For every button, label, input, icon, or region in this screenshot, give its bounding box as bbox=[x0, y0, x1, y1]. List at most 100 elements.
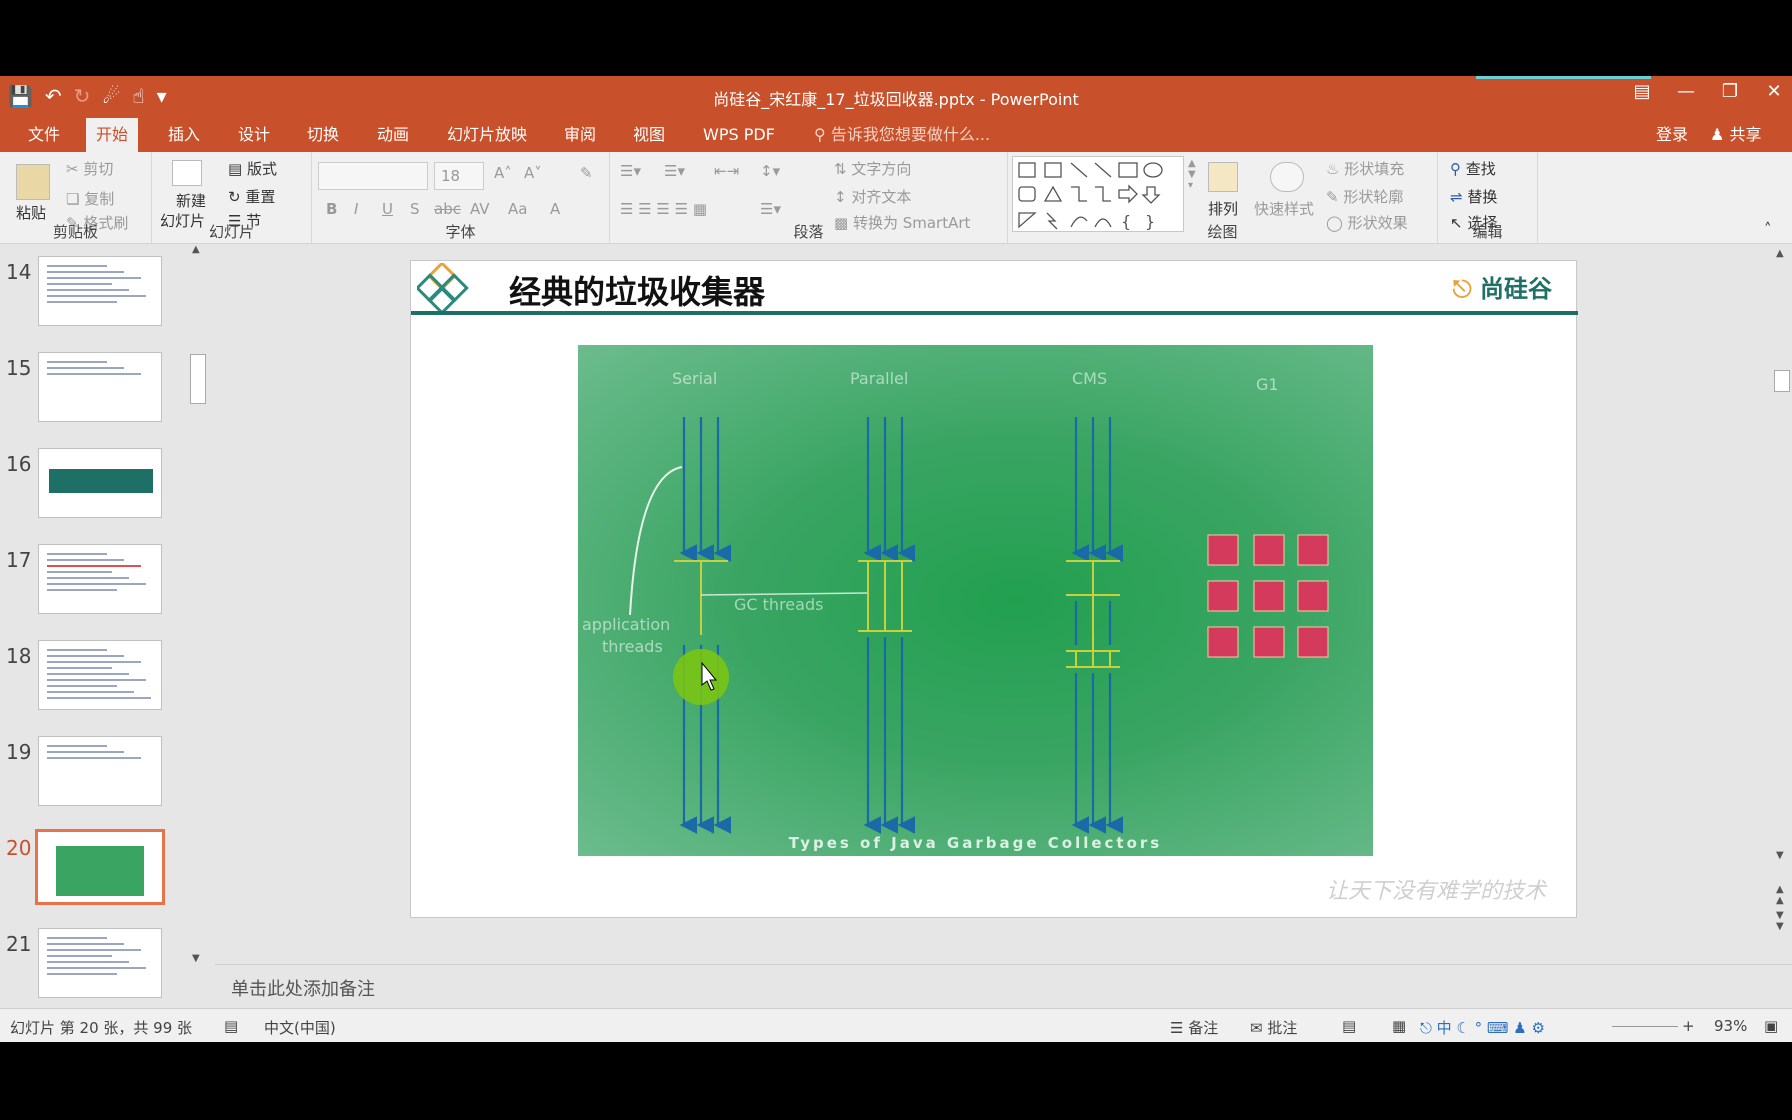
scroll-thumb[interactable] bbox=[190, 354, 206, 404]
slide-thumbnail[interactable] bbox=[38, 640, 162, 710]
zoom-level[interactable]: 93% bbox=[1714, 1017, 1747, 1035]
restore-ribbon-icon[interactable]: ▤ bbox=[1632, 81, 1652, 102]
notes-toggle[interactable]: ☰ 备注 bbox=[1170, 1017, 1218, 1038]
gc-collectors-figure[interactable]: Serial Parallel CMS G1 application threa… bbox=[578, 345, 1373, 856]
paste-button[interactable]: 粘贴 bbox=[16, 202, 46, 223]
current-slide[interactable]: 经典的垃圾收集器 ⎋ 尚硅谷 Serial Parallel CMS G1 ap… bbox=[410, 260, 1578, 918]
tab-review[interactable]: 审阅 bbox=[554, 118, 606, 152]
bold-button[interactable]: B bbox=[326, 200, 337, 218]
arrange-button[interactable]: 排列 bbox=[1208, 198, 1238, 219]
fit-to-window-icon[interactable]: ▣ bbox=[1764, 1017, 1778, 1035]
shape-outline-button[interactable]: ✎ 形状轮廓 bbox=[1326, 186, 1403, 207]
quick-styles-icon[interactable] bbox=[1270, 162, 1304, 192]
close-icon[interactable]: ✕ bbox=[1764, 81, 1784, 102]
new-slide-label[interactable]: 新建 bbox=[176, 190, 206, 211]
ime-toolbar[interactable]: ⎋ 中 ☾ ° ⌨ ♟ ⚙ bbox=[1420, 1017, 1545, 1038]
align-text-button[interactable]: ↕ 对齐文本 bbox=[834, 186, 911, 207]
replace-button[interactable]: ⇌ 替换 bbox=[1450, 186, 1497, 207]
shape-fill-button[interactable]: ♨ 形状填充 bbox=[1326, 158, 1404, 179]
comment-icon: ✉ bbox=[1250, 1019, 1268, 1037]
reset-button[interactable]: ↻ 重置 bbox=[228, 186, 275, 207]
comments-toggle[interactable]: ✉ 批注 bbox=[1250, 1017, 1297, 1038]
slide-thumbnail-row[interactable]: 21 bbox=[0, 928, 190, 1008]
paste-icon[interactable] bbox=[16, 164, 50, 200]
tab-wps-pdf[interactable]: WPS PDF bbox=[693, 118, 785, 152]
slide-thumbnail-row[interactable]: 18 bbox=[0, 640, 190, 720]
layout-button[interactable]: ▤ 版式 bbox=[228, 158, 277, 179]
font-color-button[interactable]: A bbox=[550, 200, 560, 218]
italic-button[interactable]: I bbox=[354, 200, 358, 218]
slide-thumbnail[interactable] bbox=[38, 448, 162, 518]
indent-icon[interactable]: ⇤⇥ bbox=[714, 162, 739, 180]
tab-transitions[interactable]: 切换 bbox=[297, 118, 349, 152]
tab-insert[interactable]: 插入 bbox=[158, 118, 210, 152]
char-spacing-button[interactable]: AV bbox=[470, 200, 490, 218]
scroll-up-icon[interactable]: ▲ bbox=[192, 244, 200, 255]
strike-button[interactable]: abc bbox=[434, 200, 461, 218]
slide-title[interactable]: 经典的垃圾收集器 bbox=[509, 267, 765, 313]
numbering-icon[interactable]: ☰▾ bbox=[664, 162, 685, 180]
slide-thumbnail[interactable] bbox=[38, 736, 162, 806]
slide-thumbnail-row[interactable]: 16 bbox=[0, 448, 190, 528]
next-slide-icon[interactable]: ▼ ▼ bbox=[1776, 910, 1784, 932]
tab-design[interactable]: 设计 bbox=[228, 118, 280, 152]
tab-slideshow[interactable]: 幻灯片放映 bbox=[437, 118, 537, 152]
change-case-button[interactable]: Aa bbox=[508, 200, 527, 218]
slide-thumbnail[interactable] bbox=[38, 256, 162, 326]
slide-thumbnail-row[interactable]: 20 bbox=[0, 829, 190, 912]
columns-icon[interactable]: ☰▾ bbox=[760, 200, 781, 218]
find-button[interactable]: ⚲ 查找 bbox=[1450, 158, 1496, 179]
maximize-icon[interactable]: ❐ bbox=[1720, 81, 1740, 102]
login-link[interactable]: 登录 bbox=[1646, 118, 1698, 152]
slide-thumbnail-row[interactable]: 19 bbox=[0, 736, 190, 816]
group-clipboard: 粘贴 ✂ 剪切 ❏ 复制 ✎ 格式刷 剪贴板 bbox=[0, 152, 152, 244]
scroll-thumb[interactable] bbox=[1774, 370, 1790, 392]
slide-thumbnail-row[interactable]: 17 bbox=[0, 544, 190, 624]
slide-thumbnail-row[interactable]: 15 bbox=[0, 352, 190, 432]
slide-thumbnail-row[interactable]: 14 bbox=[0, 256, 190, 336]
sorter-view-icon[interactable]: ▦ bbox=[1392, 1017, 1406, 1035]
slide-thumbnail[interactable] bbox=[38, 352, 162, 422]
share-button[interactable]: ♟ 共享 bbox=[1700, 118, 1771, 152]
line-spacing-icon[interactable]: ↕▾ bbox=[760, 162, 780, 180]
scroll-down-icon[interactable]: ▼ bbox=[1776, 850, 1784, 861]
font-size-input[interactable]: 18 bbox=[434, 162, 484, 190]
thumbnails-scrollbar[interactable]: ▲ ▼ bbox=[190, 244, 206, 964]
underline-button[interactable]: U bbox=[382, 200, 393, 218]
grow-font-icon[interactable]: A˄ bbox=[494, 164, 512, 182]
cut-button[interactable]: ✂ 剪切 bbox=[66, 158, 113, 179]
language-indicator[interactable]: 中文(中国) bbox=[264, 1017, 336, 1038]
bullets-icon[interactable]: ☰▾ bbox=[620, 162, 641, 180]
new-slide-icon[interactable] bbox=[172, 160, 202, 186]
scroll-up-icon[interactable]: ▲ bbox=[1776, 248, 1784, 259]
zoom-in-icon[interactable]: + bbox=[1682, 1017, 1695, 1035]
copy-button[interactable]: ❏ 复制 bbox=[66, 188, 114, 209]
collapse-ribbon-icon[interactable]: ˄ bbox=[1764, 220, 1772, 238]
quick-styles-button[interactable]: 快速样式 bbox=[1254, 198, 1314, 219]
slide-scrollbar[interactable]: ▲ ▼ ▲ ▲ ▼ ▼ bbox=[1772, 244, 1792, 964]
text-direction-button[interactable]: ⇅ 文字方向 bbox=[834, 158, 911, 179]
normal-view-icon[interactable]: ▤ bbox=[1342, 1017, 1356, 1035]
shadow-button[interactable]: S bbox=[410, 200, 420, 218]
tell-me-search[interactable]: ⚲ 告诉我您想要做什么... bbox=[804, 118, 1000, 152]
slide-thumbnail[interactable] bbox=[38, 928, 162, 998]
spellcheck-icon[interactable]: ▤ bbox=[224, 1017, 238, 1035]
tab-file[interactable]: 文件 bbox=[18, 118, 70, 152]
app-threads-pointer bbox=[629, 466, 683, 616]
arrange-icon[interactable] bbox=[1208, 162, 1238, 192]
tab-animations[interactable]: 动画 bbox=[367, 118, 419, 152]
zoom-slider-track[interactable] bbox=[1612, 1026, 1678, 1027]
shrink-font-icon[interactable]: A˅ bbox=[524, 164, 542, 182]
tab-home[interactable]: 开始 bbox=[86, 118, 139, 152]
scroll-down-icon[interactable]: ▼ bbox=[192, 953, 200, 964]
prev-slide-icon[interactable]: ▲ ▲ bbox=[1776, 884, 1784, 906]
slide-thumbnail[interactable] bbox=[35, 829, 165, 905]
minimize-icon[interactable]: — bbox=[1676, 81, 1696, 102]
clear-format-icon[interactable]: ✎ bbox=[580, 164, 593, 182]
slide-thumbnail[interactable] bbox=[38, 544, 162, 614]
notes-pane[interactable]: 单击此处添加备注 bbox=[215, 964, 1792, 1008]
tab-view[interactable]: 视图 bbox=[623, 118, 675, 152]
gallery-scroll-icon[interactable]: ▲ ▼ ▾ bbox=[1188, 158, 1196, 191]
font-name-input[interactable] bbox=[318, 162, 428, 190]
align-icons[interactable]: ☰ ☰ ☰ ☰ ▦ bbox=[620, 200, 707, 218]
